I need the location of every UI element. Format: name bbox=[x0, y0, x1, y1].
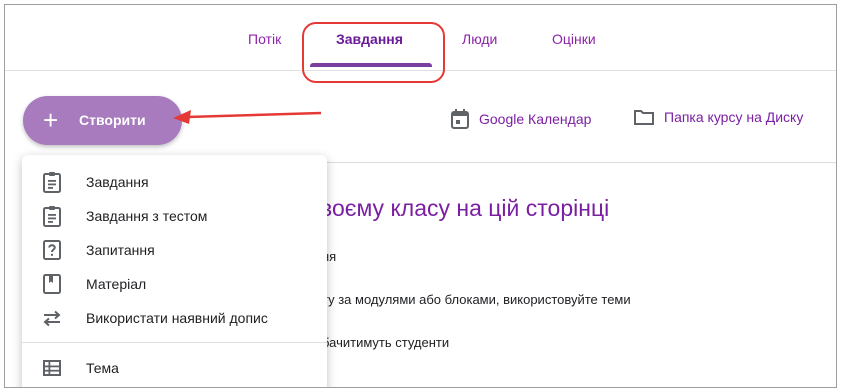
tab-stream[interactable]: Потік bbox=[248, 31, 281, 47]
empty-state-heading: воєму класу на цій сторінці bbox=[320, 195, 610, 221]
menu-item-label: Використати наявний допис bbox=[86, 310, 268, 326]
menu-item-question[interactable]: Запитання bbox=[22, 234, 327, 266]
folder-icon bbox=[634, 110, 654, 125]
drive-folder-link[interactable]: Папка курсу на Диску bbox=[634, 109, 803, 125]
arrow-annotation bbox=[173, 110, 322, 124]
plus-icon: + bbox=[43, 105, 59, 135]
drive-folder-label: Папка курсу на Диску bbox=[664, 109, 804, 125]
calendar-icon bbox=[451, 109, 469, 129]
assignment-icon bbox=[43, 172, 61, 193]
reuse-post-icon bbox=[43, 310, 61, 327]
tab-grades[interactable]: Оцінки bbox=[552, 31, 596, 47]
menu-item-assignment[interactable]: Завдання bbox=[22, 166, 327, 198]
question-icon bbox=[43, 240, 61, 260]
classroom-window: Потік Завдання Люди Оцінки + Створити Go… bbox=[4, 4, 837, 388]
menu-item-label: Завдання з тестом bbox=[86, 208, 208, 224]
menu-item-label: Завдання bbox=[86, 174, 149, 190]
tab-people[interactable]: Люди bbox=[462, 31, 497, 47]
menu-item-material[interactable]: Матеріал bbox=[22, 268, 327, 300]
create-menu: Завдання Завдання з тестом Запитання Мат… bbox=[22, 155, 327, 387]
menu-item-topic[interactable]: Тема bbox=[22, 352, 327, 384]
topic-icon bbox=[43, 360, 61, 376]
menu-item-quiz-assignment[interactable]: Завдання з тестом bbox=[22, 200, 327, 232]
quiz-assignment-icon bbox=[43, 206, 61, 227]
tab-highlight-annotation bbox=[302, 22, 445, 83]
create-button[interactable]: + Створити bbox=[23, 96, 182, 145]
menu-item-label: Запитання bbox=[86, 242, 155, 258]
google-calendar-link[interactable]: Google Календар bbox=[451, 109, 591, 129]
menu-item-reuse-post[interactable]: Використати наявний допис bbox=[22, 302, 327, 334]
material-icon bbox=[43, 274, 61, 294]
menu-item-label: Тема bbox=[86, 360, 119, 376]
empty-state-line: бачитимуть студенти bbox=[322, 335, 450, 350]
empty-state-line: ту за модулями або блоками, використовуй… bbox=[322, 292, 631, 307]
menu-item-label: Матеріал bbox=[86, 276, 147, 292]
menu-divider bbox=[22, 342, 327, 343]
google-calendar-label: Google Календар bbox=[479, 111, 592, 127]
create-button-label: Створити bbox=[79, 112, 146, 128]
